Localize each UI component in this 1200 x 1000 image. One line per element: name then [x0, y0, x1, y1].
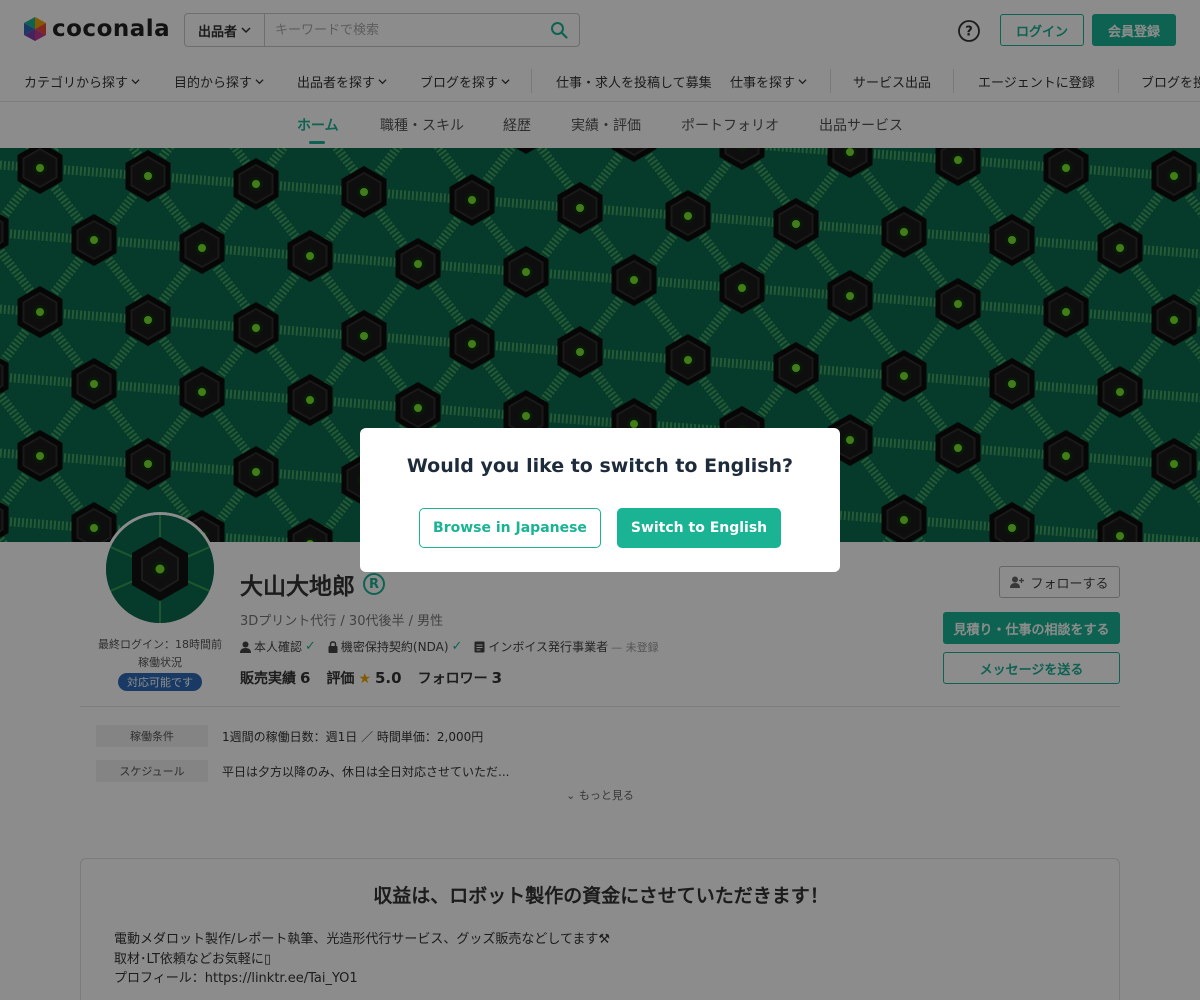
- switch-english-button[interactable]: Switch to English: [617, 508, 781, 548]
- modal-title: Would you like to switch to English?: [406, 455, 794, 477]
- language-switch-modal: Would you like to switch to English? Bro…: [360, 428, 840, 572]
- browse-japanese-button[interactable]: Browse in Japanese: [419, 508, 601, 548]
